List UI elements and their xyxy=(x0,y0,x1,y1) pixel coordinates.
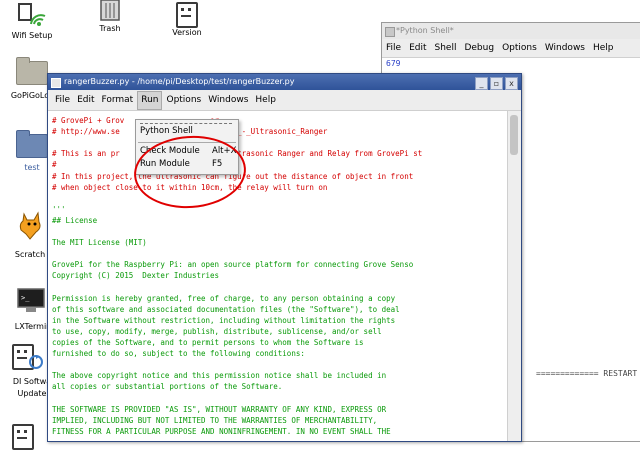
desktop-icon-version[interactable]: Version xyxy=(155,0,219,40)
code-line: FITNESS FOR A PARTICULAR PURPOSE AND NON… xyxy=(52,426,391,436)
desktop-icon-trash[interactable]: Trash xyxy=(78,0,142,38)
shell-menubar: File Edit Shell Debug Options Windows Help xyxy=(382,39,640,58)
desktop-icon-wifi-setup[interactable]: Wifi Setup xyxy=(0,0,64,44)
desktop-icon-label: Version xyxy=(172,28,202,37)
editor-scrollbar[interactable] xyxy=(507,111,521,441)
refresh-icon xyxy=(29,355,43,369)
shell-menu-shell[interactable]: Shell xyxy=(435,43,457,53)
code-line: of this software and associated document… xyxy=(52,304,400,314)
code-line: ## License xyxy=(52,215,98,225)
shell-menu-file[interactable]: File xyxy=(386,43,401,53)
menu-windows[interactable]: Windows xyxy=(205,90,251,110)
menu-options[interactable]: Options xyxy=(163,90,204,110)
menu-format[interactable]: Format xyxy=(99,90,137,110)
shell-menu-debug[interactable]: Debug xyxy=(464,43,494,53)
trash-icon xyxy=(100,0,120,21)
code-line: The MIT License (MIT) xyxy=(52,238,147,248)
shell-menu-edit[interactable]: Edit xyxy=(409,43,426,53)
svg-text:>_: >_ xyxy=(21,294,30,302)
code-line: # xyxy=(52,160,57,170)
code-line: all copies or substantial portions of th… xyxy=(52,382,283,392)
code-line: GrovePi for the Raspberry Pi: an open so… xyxy=(52,260,414,270)
menu-edit[interactable]: Edit xyxy=(74,90,97,110)
desktop-icon-label: Wifi Setup xyxy=(11,31,53,40)
robot-icon xyxy=(176,2,198,28)
folder-icon xyxy=(16,57,48,85)
menu-item-label: Python Shell xyxy=(140,126,193,136)
editor-title-bar[interactable]: rangerBuzzer.py - /home/pi/Desktop/test/… xyxy=(48,74,521,90)
menu-run[interactable]: Run xyxy=(137,91,163,110)
code-line: ''' xyxy=(52,204,66,214)
shell-menu-help[interactable]: Help xyxy=(593,43,614,53)
folder-icon xyxy=(16,130,48,158)
shell-title-bar[interactable]: *Python Shell* xyxy=(382,23,640,39)
shell-restart-banner: ============= RESTART xyxy=(536,369,638,378)
minimize-button[interactable]: _ xyxy=(475,77,488,90)
editor-title: rangerBuzzer.py - /home/pi/Desktop/test/… xyxy=(64,77,295,86)
maximize-button[interactable]: ▫ xyxy=(490,77,503,90)
code-line: furnished to do so, subject to the follo… xyxy=(52,349,305,359)
shell-menu-windows[interactable]: Windows xyxy=(545,43,585,53)
code-line: Permission is hereby granted, free of ch… xyxy=(52,293,396,303)
desktop-icon-label: Trash xyxy=(99,24,121,33)
code-line: to use, copy, modify, merge, publish, di… xyxy=(52,326,382,336)
code-line: copies of the Software, and to permit pe… xyxy=(52,338,364,347)
code-line: in the Software without restriction, inc… xyxy=(52,315,396,325)
code-editor[interactable]: # GrovePi + Grov er# http://www.se /Grov… xyxy=(48,111,507,441)
editor-menubar: File Edit Format Run Options Windows Help xyxy=(48,90,521,111)
tearoff-line[interactable] xyxy=(140,123,232,124)
scratch-cat-icon xyxy=(19,211,41,240)
shell-output: 679 xyxy=(386,59,401,68)
code-line: The above copyright notice and this perm… xyxy=(52,371,387,381)
code-line: Copyright (C) 2015 Dexter Industries xyxy=(52,271,220,281)
editor-window[interactable]: rangerBuzzer.py - /home/pi/Desktop/test/… xyxy=(47,73,522,442)
code-line: THE SOFTWARE IS PROVIDED "AS IS", WITHOU… xyxy=(52,404,387,414)
menu-file[interactable]: File xyxy=(52,90,73,110)
app-icon xyxy=(51,78,61,88)
terminal-icon: >_ xyxy=(17,288,45,312)
wifi-icon xyxy=(18,3,46,26)
code-line: IMPLIED, INCLUDING BUT NOT LIMITED TO TH… xyxy=(52,415,378,425)
shell-menu-options[interactable]: Options xyxy=(502,43,537,53)
scrollbar-thumb[interactable] xyxy=(510,115,518,155)
menu-help[interactable]: Help xyxy=(252,90,279,110)
app-icon xyxy=(385,27,395,37)
shell-title: *Python Shell* xyxy=(396,26,454,35)
robot-icon xyxy=(12,424,34,450)
close-button[interactable]: x xyxy=(505,77,518,90)
